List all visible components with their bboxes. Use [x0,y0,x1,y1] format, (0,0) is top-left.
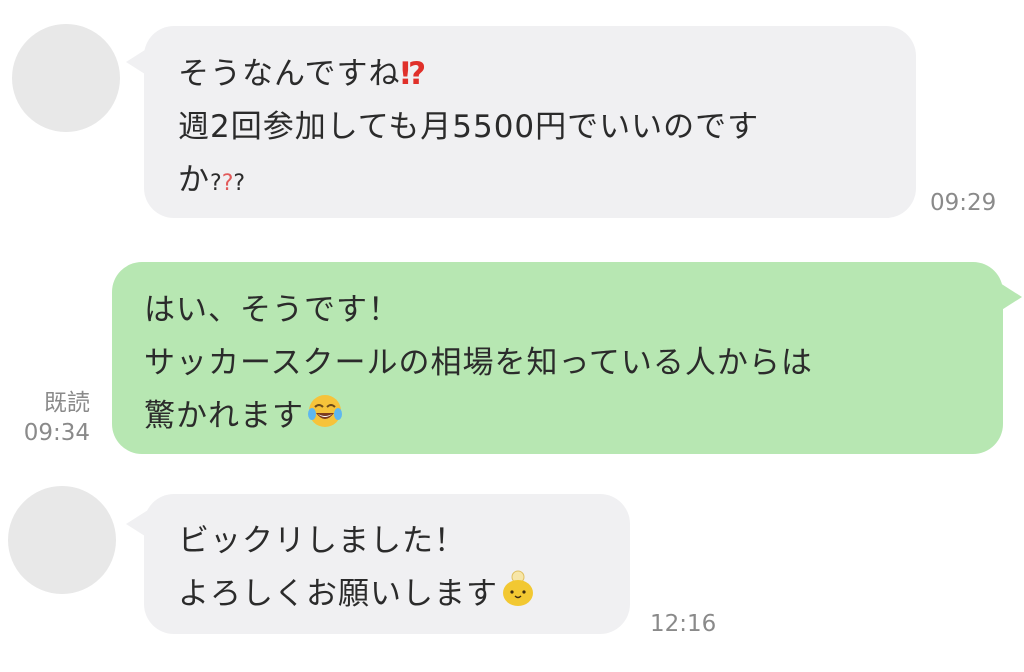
message-time: 09:29 [930,190,997,216]
question-marks: ??? [210,171,246,196]
message-time: 12:16 [650,611,717,637]
read-receipt: 既読 09:34 [10,388,90,448]
message-line: 週2回参加しても月5500円でいいのです [178,109,760,145]
message-bubble-outgoing[interactable]: はい、そうです！ サッカースクールの相場を知っている人からは 驚かれます [112,262,1003,454]
sender-avatar[interactable] [12,24,120,132]
message-line: よろしくお願いします [178,568,596,625]
message-line: はい、そうです！ [144,292,400,328]
exclamation-question-icon: ⁉ [400,56,428,92]
face-with-tears-of-joy-icon [306,392,344,447]
message-bubble-incoming[interactable]: ビックリしました！ よろしくお願いします [144,494,630,634]
sender-avatar[interactable] [8,486,116,594]
chick-sticker-icon [500,568,536,625]
message-line: ビックリしました！ [178,523,466,559]
read-label: 既読 [44,390,90,416]
message-bubble-incoming[interactable]: そうなんですね⁉ 週2回参加しても月5500円でいいのです か??? [144,26,916,218]
message-time: 09:34 [23,420,90,446]
message-line: か??? [178,162,246,198]
message-line: サッカースクールの相場を知っている人からは [144,345,813,381]
bubble-tail [1000,283,1022,311]
message-line: そうなんですね⁉ [178,56,428,92]
message-line: 驚かれます [144,390,971,447]
